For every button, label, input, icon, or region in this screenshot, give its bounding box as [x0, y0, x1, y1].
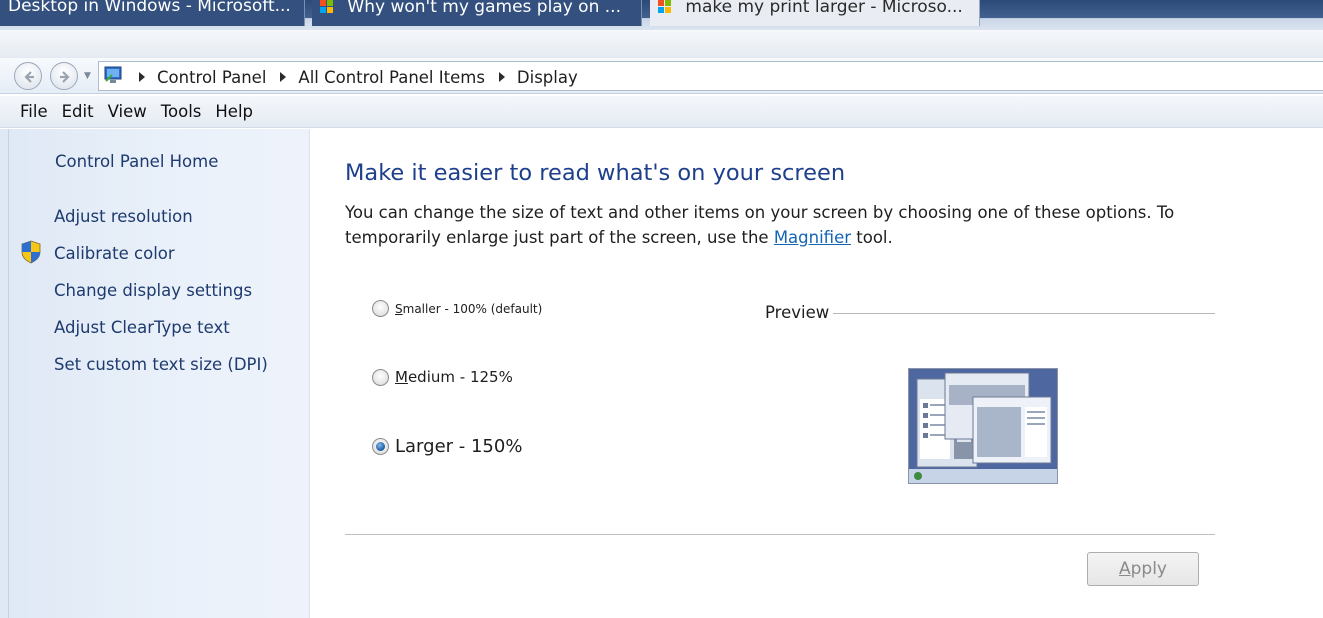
breadcrumb-display[interactable]: Display [517, 68, 578, 87]
content-divider [345, 534, 1215, 536]
apply-button-accel: A [1118, 559, 1131, 579]
option-medium-text: edium - 125% [407, 368, 513, 386]
sidebar-edge [8, 129, 9, 618]
back-button[interactable] [14, 62, 42, 90]
address-bar: ▼ Control Panel All Control Panel Items … [0, 58, 1323, 94]
control-panel-icon [104, 66, 122, 83]
sidebar-item-adjust-cleartype[interactable]: Adjust ClearType text [54, 318, 230, 337]
forward-button[interactable] [50, 62, 78, 90]
option-medium-accel: M [395, 368, 408, 386]
sidebar-item-calibrate-color[interactable]: Calibrate color [54, 244, 175, 263]
option-medium[interactable]: Medium - 125% [372, 368, 513, 386]
option-larger-label: Larger - 150% [395, 436, 523, 457]
apply-button-text: pply [1130, 559, 1167, 579]
background-tab[interactable]: make my print larger - Microso... [650, 0, 980, 26]
menu-view[interactable]: View [108, 102, 147, 121]
option-smaller-label: Smaller - 100% (default) [395, 302, 542, 316]
option-larger[interactable]: Larger - 150% [372, 436, 522, 457]
background-browser-tabs: Desktop in Windows - Microsoft... Why wo… [0, 0, 1323, 30]
recent-pages-dropdown[interactable]: ▼ [84, 71, 91, 81]
background-tab-label: Why won't my games play on ... [347, 0, 621, 17]
menu-tools[interactable]: Tools [161, 102, 202, 121]
preview-divider [833, 313, 1215, 314]
breadcrumb-separator-icon [139, 72, 145, 82]
sidebar-item-change-display-settings[interactable]: Change display settings [54, 281, 252, 300]
breadcrumb-all-items[interactable]: All Control Panel Items [298, 68, 485, 87]
menu-file[interactable]: File [20, 102, 48, 121]
windows-logo-icon [658, 0, 672, 14]
background-tab[interactable]: Desktop in Windows - Microsoft... [0, 0, 305, 26]
sidebar-item-custom-text-size[interactable]: Set custom text size (DPI) [54, 355, 268, 374]
background-tab-label: make my print larger - Microso... [685, 0, 963, 17]
page-title: Make it easier to read what's on your sc… [345, 160, 846, 186]
magnifier-link[interactable]: Magnifier [774, 228, 851, 247]
breadcrumb[interactable]: Control Panel All Control Panel Items Di… [98, 61, 1323, 91]
description-text: You can change the size of text and othe… [345, 203, 1175, 247]
background-browser-toolbar [0, 30, 1323, 60]
description-text-end: tool. [851, 228, 893, 247]
menu-bar: File Edit View Tools Help [0, 96, 1323, 128]
windows-logo-icon [320, 0, 334, 14]
page-description: You can change the size of text and othe… [345, 200, 1205, 250]
apply-button[interactable]: Apply [1087, 552, 1199, 586]
sidebar-item-adjust-resolution[interactable]: Adjust resolution [54, 207, 193, 226]
breadcrumb-separator-icon [498, 72, 505, 82]
radio-medium[interactable] [372, 368, 389, 386]
background-tab[interactable]: Why won't my games play on ... [312, 0, 642, 26]
breadcrumb-control-panel[interactable]: Control Panel [157, 68, 266, 87]
preview-label: Preview [765, 303, 830, 322]
breadcrumb-separator-icon [280, 72, 287, 82]
arrow-left-icon [24, 71, 34, 83]
desktop-preview-icon [909, 369, 1057, 483]
sidebar-item-control-panel-home[interactable]: Control Panel Home [55, 152, 218, 171]
menu-edit[interactable]: Edit [62, 102, 94, 121]
option-smaller[interactable]: Smaller - 100% (default) [372, 300, 542, 317]
menu-help[interactable]: Help [215, 102, 253, 121]
radio-larger[interactable] [372, 438, 389, 455]
preview-image [908, 368, 1058, 484]
radio-smaller[interactable] [372, 300, 389, 317]
option-smaller-text: maller - 100% (default) [402, 301, 543, 316]
arrow-right-icon [60, 71, 70, 83]
shield-icon [21, 240, 41, 264]
option-medium-label: Medium - 125% [395, 368, 513, 386]
option-smaller-accel: S [395, 301, 403, 316]
background-tab-label: Desktop in Windows - Microsoft... [8, 0, 291, 16]
